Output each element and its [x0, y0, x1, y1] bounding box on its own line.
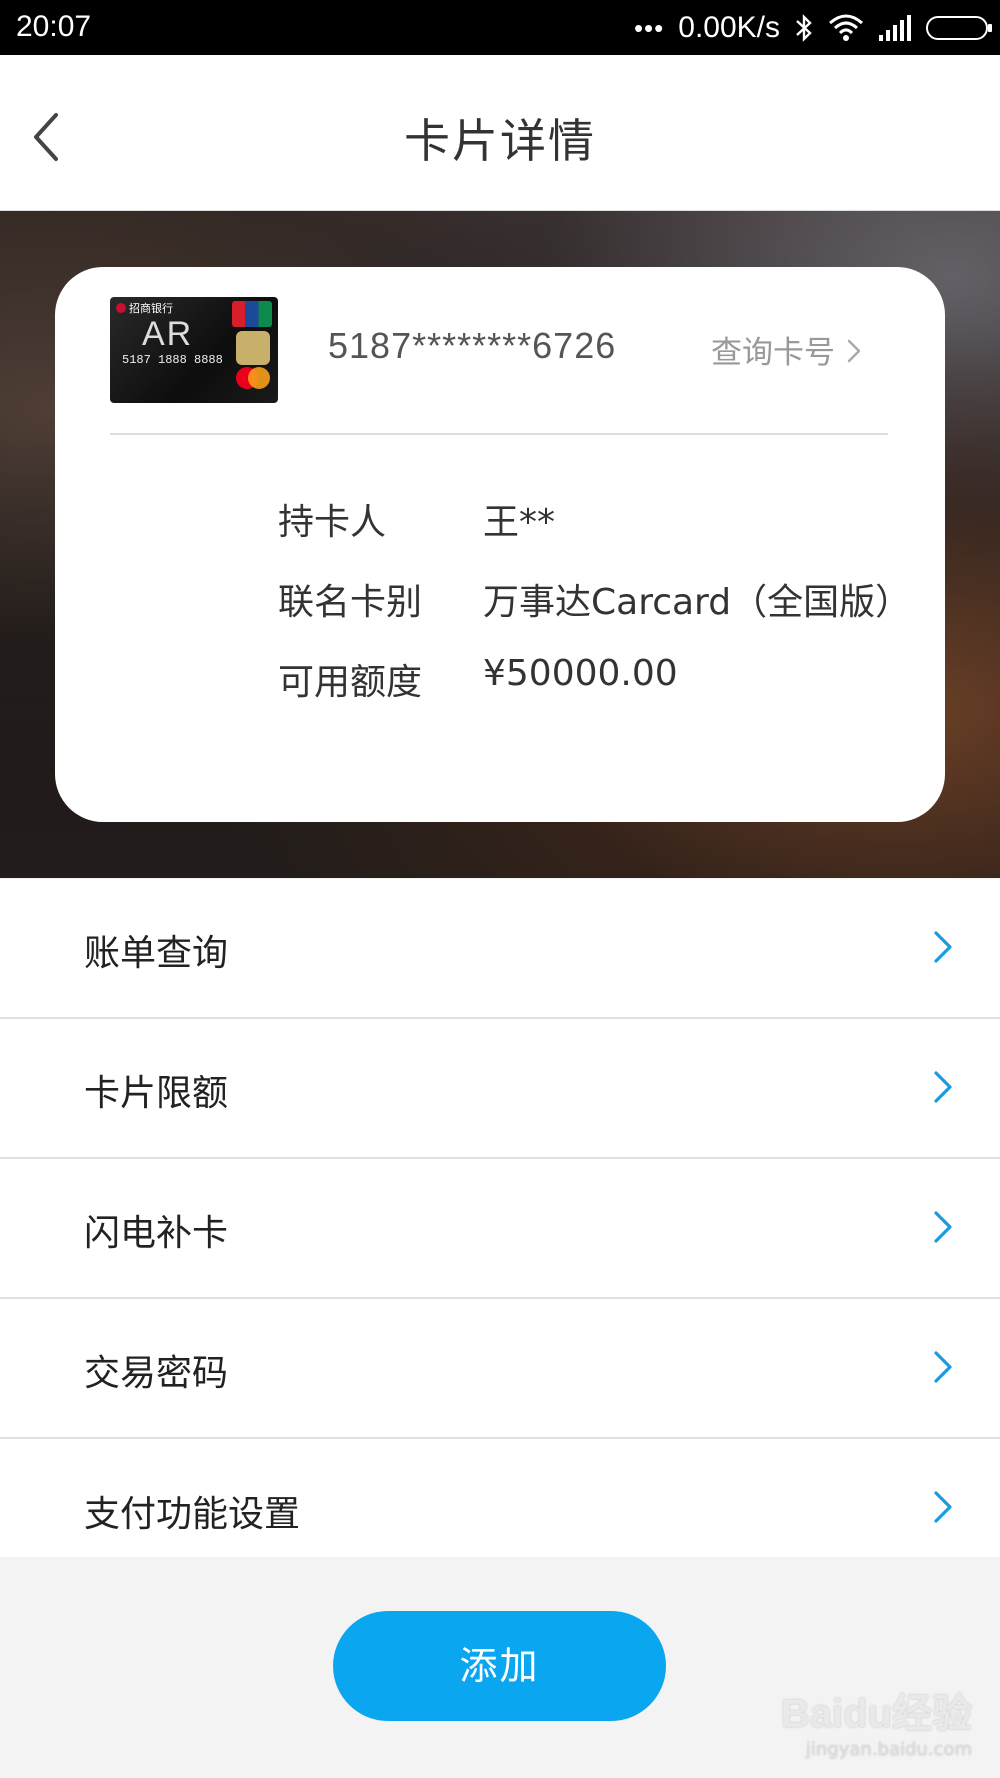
menu-item-flash-replacement[interactable]: 闪电补卡 — [0, 1159, 1000, 1299]
chevron-right-icon — [934, 1071, 952, 1103]
menu-item-label: 闪电补卡 — [84, 1213, 229, 1254]
unionpay-logo-icon — [232, 301, 272, 327]
status-icons: ••• 0.00K/s — [633, 8, 992, 48]
card-thumbnail-number: 5187 1888 8888 — [122, 353, 223, 367]
chevron-right-icon — [847, 339, 861, 363]
card-number: 5187********6726 — [328, 325, 617, 366]
info-value: ¥50000.00 — [483, 653, 678, 694]
signal-icon — [879, 15, 911, 41]
card-divider — [110, 433, 888, 435]
chevron-right-icon — [934, 1211, 952, 1243]
card-brand-logo: AR — [142, 315, 194, 353]
wifi-icon — [829, 14, 863, 41]
chevron-right-icon — [934, 931, 952, 963]
battery-icon — [926, 16, 992, 40]
info-label: 可用额度 — [278, 662, 423, 703]
info-value: 万事达Carcard（全国版） — [483, 582, 912, 623]
card-bank-name: 招商银行 — [116, 300, 173, 316]
more-notifications-icon: ••• — [633, 12, 665, 43]
card-info-panel: 招商银行 AR 5187 1888 8888 5187********6726 … — [55, 267, 945, 822]
add-button[interactable]: 添加 — [333, 1611, 666, 1721]
page-title: 卡片详情 — [404, 114, 596, 168]
gold-emblem-icon — [236, 331, 270, 365]
card-thumbnail: 招商银行 AR 5187 1888 8888 — [110, 297, 278, 403]
query-card-number-link[interactable]: 查询卡号 — [711, 327, 869, 372]
bluetooth-icon — [796, 14, 812, 42]
app-header: 卡片详情 — [0, 55, 1000, 211]
menu-item-label: 支付功能设置 — [84, 1494, 301, 1535]
menu-item-label: 交易密码 — [84, 1353, 229, 1394]
menu-item-label: 账单查询 — [84, 933, 229, 974]
watermark-logo: Baidu经验 — [780, 1692, 972, 1736]
card-actions-list: 账单查询 卡片限额 闪电补卡 交易密码 支付功能设置 — [0, 879, 1000, 1557]
info-label: 持卡人 — [278, 502, 387, 543]
menu-item-payment-settings[interactable]: 支付功能设置 — [0, 1439, 1000, 1557]
menu-item-card-limit[interactable]: 卡片限额 — [0, 1019, 1000, 1159]
mastercard-logo-icon — [236, 367, 270, 389]
watermark: Baidu经验 jingyan.baidu.com — [781, 1681, 972, 1760]
status-bar: 20:07 ••• 0.00K/s — [0, 0, 1000, 55]
chevron-right-icon — [934, 1491, 952, 1523]
menu-item-bill-query[interactable]: 账单查询 — [0, 879, 1000, 1019]
query-card-number-label: 查询卡号 — [711, 335, 835, 371]
info-label: 联名卡别 — [278, 582, 423, 623]
chevron-right-icon — [934, 1351, 952, 1383]
menu-item-transaction-password[interactable]: 交易密码 — [0, 1299, 1000, 1439]
watermark-url: jingyan.baidu.com — [805, 1739, 972, 1760]
status-time: 20:07 — [16, 10, 92, 43]
menu-item-label: 卡片限额 — [84, 1073, 229, 1114]
network-speed: 0.00K/s — [678, 11, 780, 44]
info-value: 王** — [483, 502, 556, 543]
